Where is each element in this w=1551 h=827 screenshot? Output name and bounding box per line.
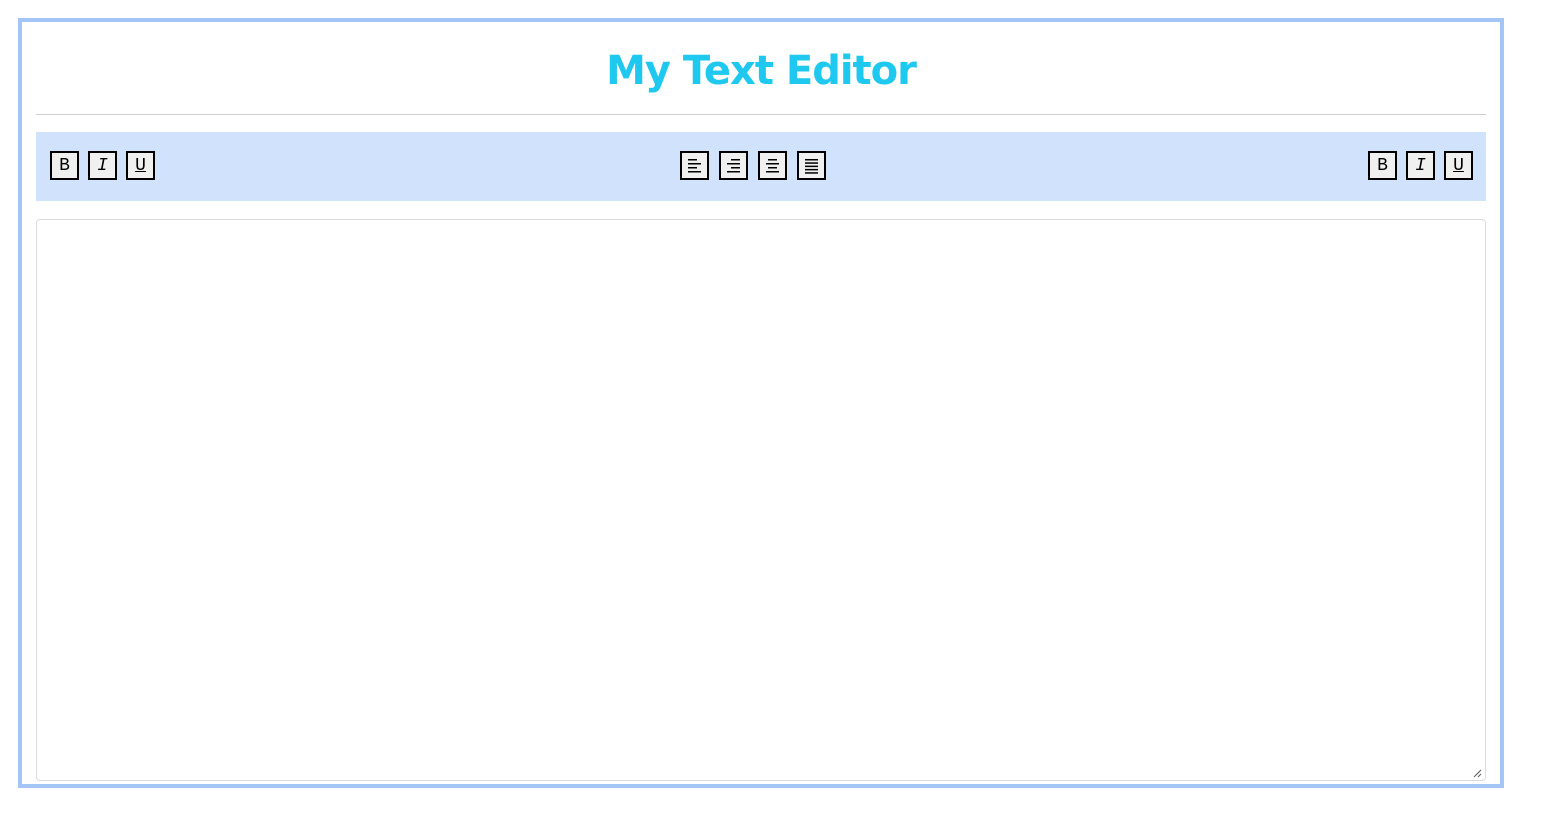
align-center-icon xyxy=(766,159,779,173)
editor-textarea[interactable] xyxy=(36,219,1486,781)
italic-button[interactable]: I xyxy=(1406,151,1435,180)
align-justify-button[interactable] xyxy=(797,151,826,180)
bold-icon: B xyxy=(1377,155,1388,176)
bold-button[interactable]: B xyxy=(1368,151,1397,180)
text-style-group-right: B I U xyxy=(1368,151,1473,180)
underline-icon: U xyxy=(1453,155,1464,176)
align-left-button[interactable] xyxy=(680,151,709,180)
editor-container: My Text Editor B I U B I U xyxy=(18,18,1504,788)
italic-icon: I xyxy=(97,155,108,176)
underline-icon: U xyxy=(135,155,146,176)
underline-button[interactable]: U xyxy=(1444,151,1473,180)
bold-icon: B xyxy=(59,155,70,176)
text-style-group-left: B I U xyxy=(50,151,155,180)
align-left-icon xyxy=(688,159,701,173)
formatting-toolbar: B I U B I U xyxy=(36,132,1486,201)
align-center-button[interactable] xyxy=(758,151,787,180)
italic-icon: I xyxy=(1415,155,1426,176)
align-right-button[interactable] xyxy=(719,151,748,180)
bold-button[interactable]: B xyxy=(50,151,79,180)
underline-button[interactable]: U xyxy=(126,151,155,180)
alignment-group xyxy=(680,151,826,180)
resize-handle-icon[interactable] xyxy=(1472,768,1482,778)
align-right-icon xyxy=(727,159,740,173)
italic-button[interactable]: I xyxy=(88,151,117,180)
align-justify-icon xyxy=(805,159,818,174)
page-title: My Text Editor xyxy=(606,48,917,94)
title-divider xyxy=(36,114,1486,115)
